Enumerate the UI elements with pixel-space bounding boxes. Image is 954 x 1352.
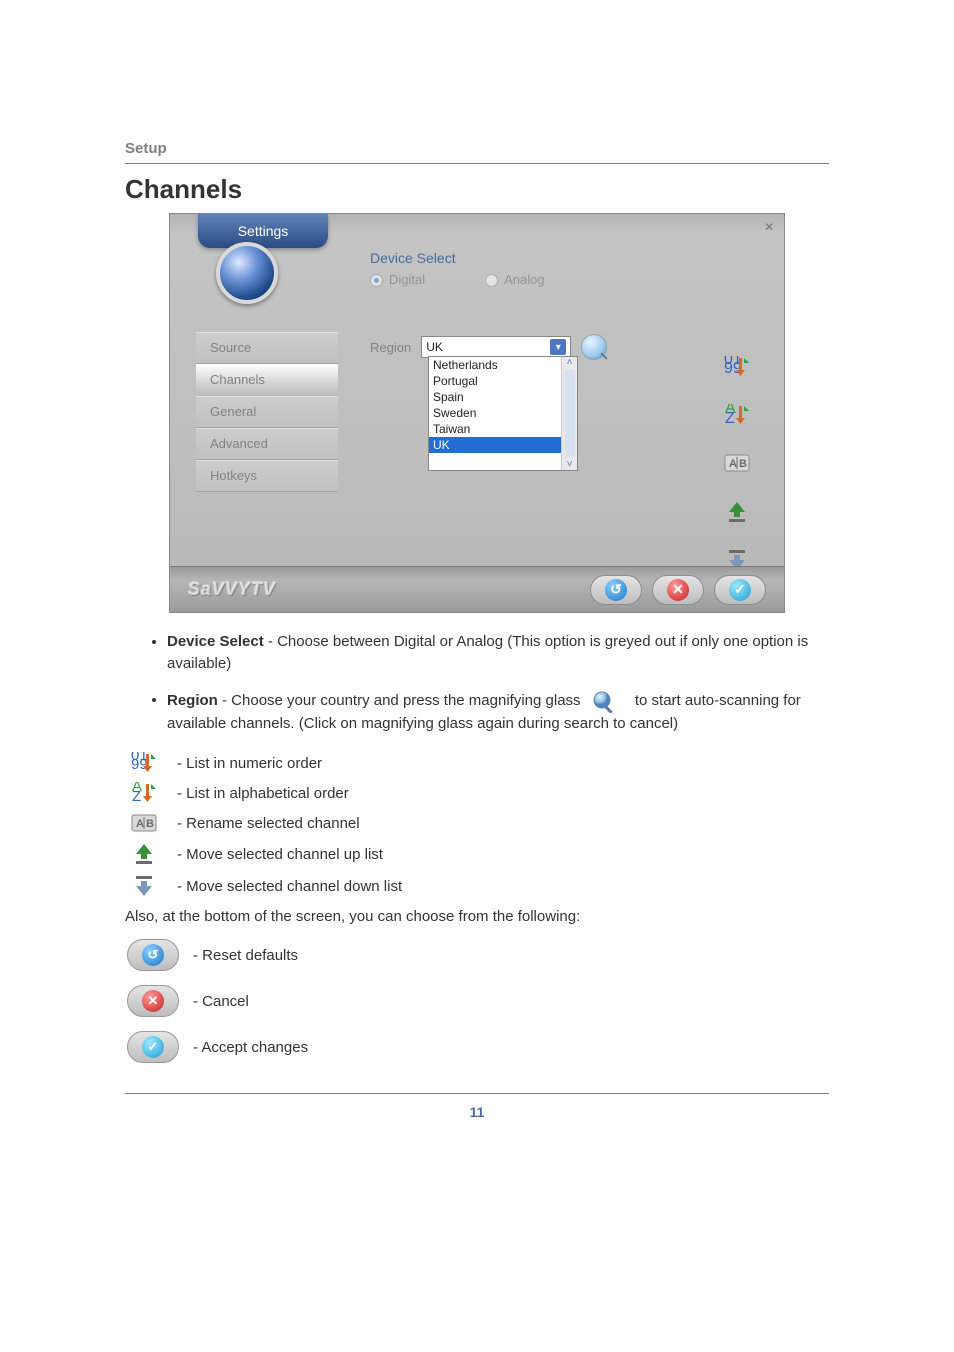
- cancel-icon: ✕: [127, 985, 179, 1017]
- rename-channel-button[interactable]: [720, 450, 754, 480]
- legend-text: - Cancel: [193, 993, 249, 1010]
- sidebar-item-source[interactable]: Source: [196, 332, 338, 364]
- setup-section-label: Setup: [125, 140, 829, 157]
- legend-numeric: - List in numeric order: [125, 752, 829, 774]
- legend-alpha: - List in alphabetical order: [125, 782, 829, 804]
- scroll-down-icon[interactable]: ˅: [567, 459, 573, 470]
- page-title: Channels: [125, 174, 829, 205]
- legend-text: - Reset defaults: [193, 947, 298, 964]
- sort-alpha-button[interactable]: [720, 402, 754, 432]
- accept-icon: ✓: [127, 1031, 179, 1063]
- move-down-icon: [127, 874, 161, 898]
- sort-numeric-icon: [127, 752, 161, 774]
- bullet-text: - Choose your country and press the magn…: [218, 691, 585, 708]
- list-item[interactable]: Spain: [429, 389, 577, 405]
- close-icon: ✕: [667, 579, 689, 601]
- list-item[interactable]: Sweden: [429, 405, 577, 421]
- sidebar-item-general[interactable]: General: [196, 396, 338, 428]
- move-up-button[interactable]: [720, 498, 754, 528]
- legend-cancel: ✕ - Cancel: [125, 985, 829, 1017]
- settings-orb-icon: [216, 242, 278, 304]
- legend-text: - List in numeric order: [177, 755, 322, 772]
- scroll-up-icon[interactable]: ˄: [567, 357, 573, 368]
- legend-text: - Move selected channel down list: [177, 878, 402, 895]
- bullet-bold: Region: [167, 691, 218, 708]
- settings-tab: Settings: [198, 214, 328, 248]
- bullet-bold: Device Select: [167, 633, 264, 650]
- reset-defaults-button[interactable]: ↺: [590, 575, 642, 605]
- sidebar-item-advanced[interactable]: Advanced: [196, 428, 338, 460]
- below-text: Also, at the bottom of the screen, you c…: [125, 908, 829, 925]
- sidebar-item-hotkeys[interactable]: Hotkeys: [196, 460, 338, 492]
- sort-alpha-icon: [127, 782, 161, 804]
- scroll-thumb[interactable]: [565, 370, 575, 457]
- legend-text: - Move selected channel up list: [177, 846, 383, 863]
- refresh-icon: ↺: [605, 579, 627, 601]
- radio-digital-label: Digital: [389, 272, 425, 287]
- close-icon[interactable]: ✕: [764, 220, 774, 234]
- app-logo: SaVVYTV: [188, 579, 276, 600]
- legend-accept: ✓ - Accept changes: [125, 1031, 829, 1063]
- radio-analog[interactable]: Analog: [485, 272, 544, 287]
- radio-analog-label: Analog: [504, 272, 544, 287]
- legend-move-up: - Move selected channel up list: [125, 842, 829, 866]
- legend-move-down: - Move selected channel down list: [125, 874, 829, 898]
- legend-text: - Accept changes: [193, 1039, 308, 1056]
- list-item[interactable]: UK: [429, 437, 577, 453]
- rename-icon: [127, 812, 161, 834]
- list-item[interactable]: Netherlands: [429, 357, 577, 373]
- sidebar: Source Channels General Advanced Hotkeys: [196, 332, 338, 492]
- check-icon: ✓: [729, 579, 751, 601]
- legend-reset: ↺ - Reset defaults: [125, 939, 829, 971]
- sort-numeric-button[interactable]: [720, 354, 754, 384]
- magnify-icon: [591, 689, 625, 713]
- bullet-text: - Choose between Digital or Analog (This…: [167, 633, 808, 672]
- help-bullets: Device Select - Choose between Digital o…: [125, 631, 829, 734]
- radio-digital[interactable]: Digital: [370, 272, 425, 287]
- chevron-down-icon: ▾: [550, 339, 566, 355]
- list-item[interactable]: Portugal: [429, 373, 577, 389]
- page-number: 11: [125, 1093, 829, 1120]
- cancel-button[interactable]: ✕: [652, 575, 704, 605]
- reset-defaults-icon: ↺: [127, 939, 179, 971]
- bullet-region: Region - Choose your country and press t…: [167, 689, 829, 735]
- bullet-device-select: Device Select - Choose between Digital o…: [167, 631, 829, 675]
- accept-button[interactable]: ✓: [714, 575, 766, 605]
- region-listbox[interactable]: Netherlands Portugal Spain Sweden Taiwan…: [428, 356, 578, 471]
- search-icon[interactable]: [581, 334, 607, 360]
- legend-rename: - Rename selected channel: [125, 812, 829, 834]
- legend-text: - Rename selected channel: [177, 815, 360, 832]
- sidebar-item-channels[interactable]: Channels: [196, 364, 338, 396]
- region-label: Region: [370, 340, 411, 355]
- device-select-label: Device Select: [370, 250, 456, 266]
- scrollbar[interactable]: ˄ ˅: [561, 357, 577, 470]
- region-combobox[interactable]: UK ▾: [421, 336, 571, 358]
- region-value: UK: [426, 340, 443, 354]
- legend-text: - List in alphabetical order: [177, 785, 349, 802]
- move-up-icon: [127, 842, 161, 866]
- radio-icon: [370, 274, 383, 287]
- list-item[interactable]: Taiwan: [429, 421, 577, 437]
- settings-window: ✕ Settings Source Channels General Advan…: [169, 213, 785, 613]
- radio-icon: [485, 274, 498, 287]
- rule: [125, 163, 829, 164]
